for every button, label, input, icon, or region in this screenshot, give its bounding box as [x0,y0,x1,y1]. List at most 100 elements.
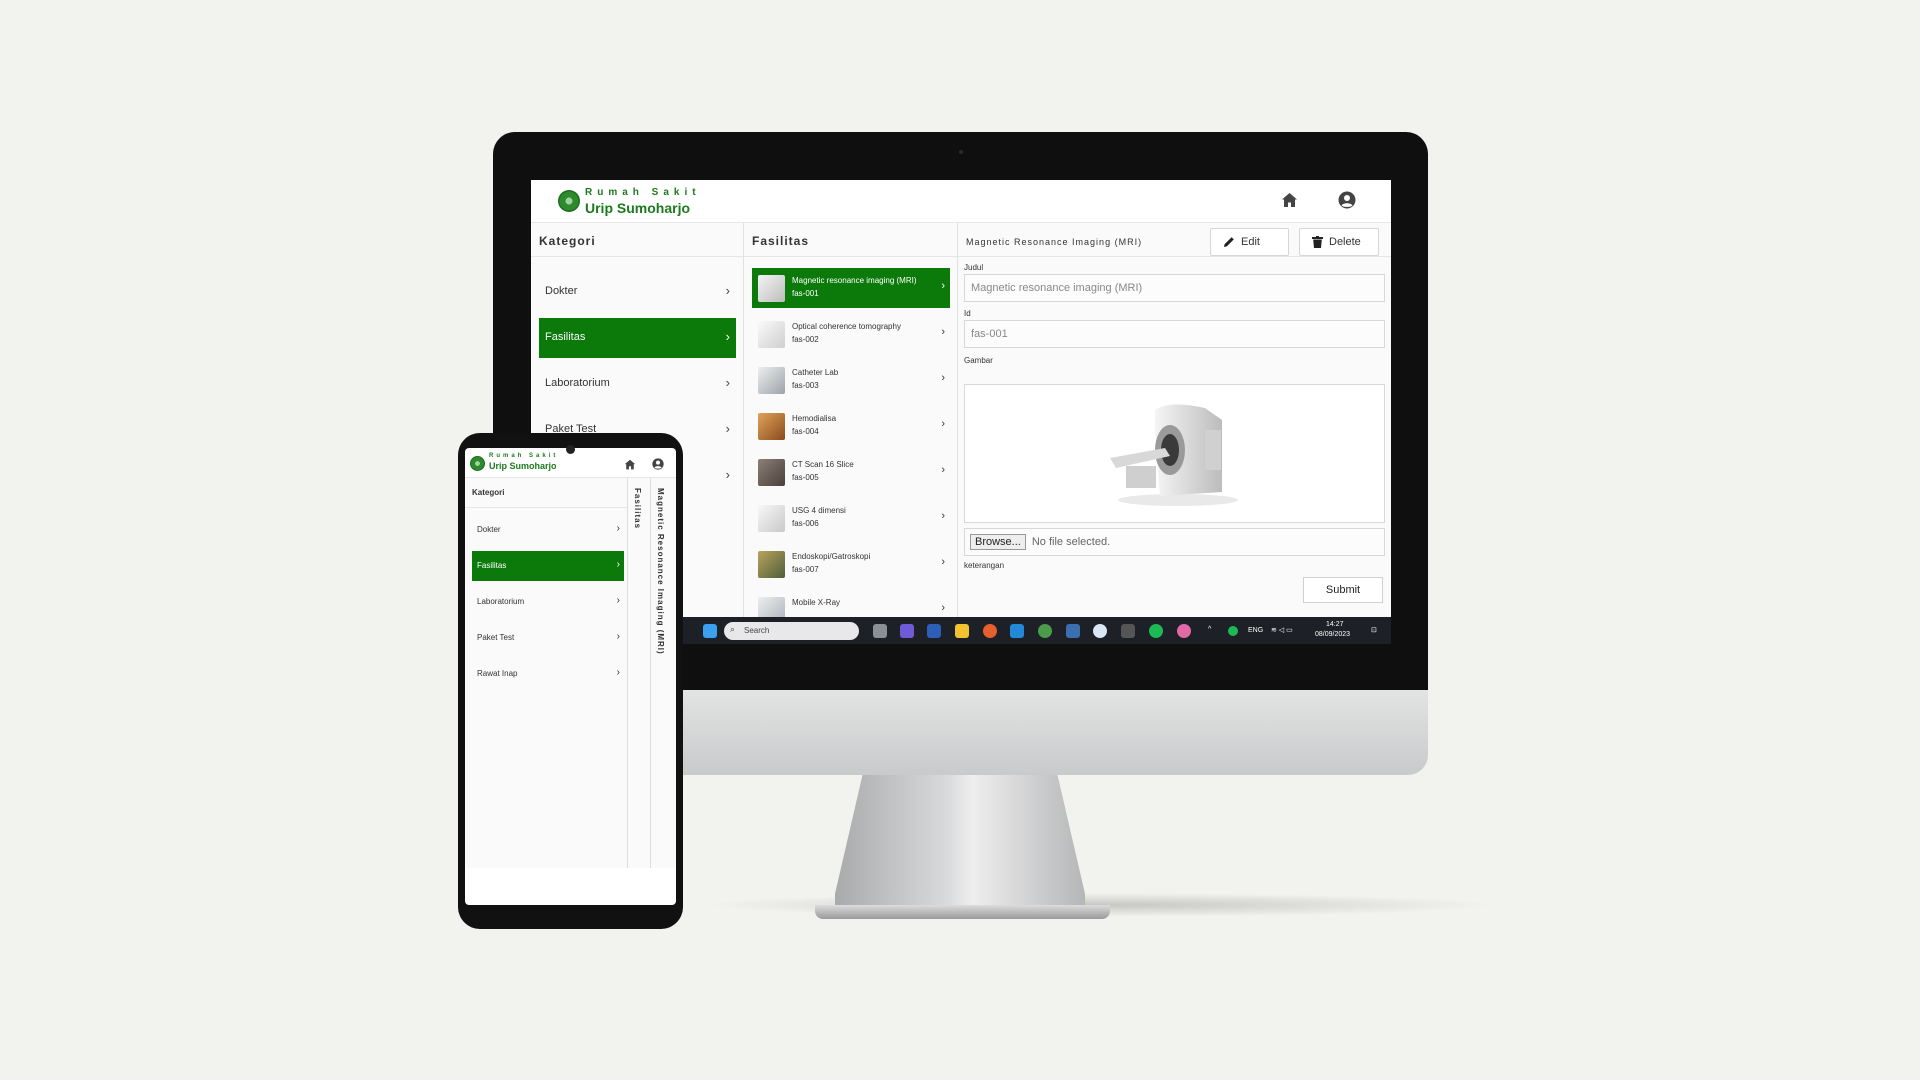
chevron-right-icon: › [725,375,730,390]
keterangan-label: keterangan [964,561,1005,570]
submit-button[interactable]: Submit [1303,577,1383,603]
phone-kategori-item-paket-test[interactable]: Paket Test › [472,623,624,653]
fasilitas-title: Fasilitas [744,223,957,257]
browse-button[interactable]: Browse... [970,534,1026,550]
fasilitas-item[interactable]: CT Scan 16 Slice fas-005 › [752,452,950,492]
chevron-right-icon: › [616,631,620,642]
monitor-stand [835,775,1085,910]
ct-scan-thumbnail [758,459,785,486]
fasilitas-item-id: fas-001 [792,289,819,298]
fasilitas-item-title: USG 4 dimensi [792,506,846,515]
judul-field[interactable]: Magnetic resonance imaging (MRI) [964,274,1385,302]
logo-line1: Rumah Sakit [489,453,559,459]
fasilitas-item[interactable]: Endoskopi/Gatroskopi fas-007 › [752,544,950,584]
app-icon[interactable] [1121,624,1135,638]
user-circle-icon[interactable] [652,457,664,475]
app-header: Rumah Sakit Urip Sumoharjo [531,180,1391,223]
chevron-right-icon: › [616,523,620,534]
taskbar-search[interactable]: ⌕ Search [724,622,859,640]
chrome-icon[interactable] [1038,624,1052,638]
phone-kategori-item-fasilitas[interactable]: Fasilitas › [472,551,624,581]
fasilitas-item-id: fas-002 [792,335,819,344]
chevron-right-icon: › [725,467,730,482]
pencil-icon [1224,237,1234,247]
fasilitas-item[interactable]: Catheter Lab fas-003 › [752,360,950,400]
logo-line2: Urip Sumoharjo [489,461,557,471]
kategori-item-label: Laboratorium [477,597,525,606]
chevron-right-icon: › [941,326,945,338]
file-explorer-icon[interactable] [955,624,969,638]
id-field[interactable]: fas-001 [964,320,1385,348]
trash-icon [1312,236,1323,248]
phone-kategori-item-dokter[interactable]: Dokter › [472,515,624,545]
camera-dot [959,150,963,154]
phone-kategori-item-laboratorium[interactable]: Laboratorium › [472,587,624,617]
id-label: Id [964,309,971,318]
endoskopi-thumbnail [758,551,785,578]
fasilitas-item-title: CT Scan 16 Slice [792,460,854,469]
fasilitas-item-title: Catheter Lab [792,368,839,377]
file-status: No file selected. [1031,536,1111,548]
gambar-preview [964,384,1385,523]
clock-time[interactable]: 14:27 [1326,621,1344,628]
fasilitas-item-title: Optical coherence tomography [792,322,901,331]
chrome-icon[interactable] [1177,624,1191,638]
usg-thumbnail [758,505,785,532]
tray-spotify-icon[interactable] [1228,626,1238,636]
gambar-label: Gambar [964,356,993,365]
clock-date[interactable]: 08/09/2023 [1315,631,1350,638]
tray-chevron-icon[interactable]: ^ [1208,626,1211,633]
chat-icon[interactable] [900,624,914,638]
taskbar-search-placeholder: Search [744,626,770,635]
fasilitas-item-id: fas-006 [792,519,819,528]
fasilitas-item[interactable]: Magnetic resonance imaging (MRI) fas-001… [752,268,950,308]
task-view-icon[interactable] [873,624,887,638]
windows-start-icon[interactable] [703,624,717,638]
app-icon[interactable] [1066,624,1080,638]
fasilitas-item[interactable]: Hemodialisa fas-004 › [752,406,950,446]
phone-fasilitas-collapsed-panel[interactable]: Fasilitas [628,478,651,868]
hospital-logo-icon[interactable] [558,190,580,212]
chevron-right-icon: › [616,667,620,678]
chevron-right-icon: › [941,418,945,430]
notification-icon[interactable]: ⊡ [1371,626,1377,634]
vscode-icon[interactable] [1010,624,1024,638]
logo-line2: Urip Sumoharjo [585,200,691,216]
fasilitas-item-id: fas-007 [792,565,819,574]
fasilitas-item-title: Endoskopi/Gatroskopi [792,552,871,561]
word-icon[interactable] [927,624,941,638]
fasilitas-item-id: fas-003 [792,381,819,390]
firefox-icon[interactable] [983,624,997,638]
fasilitas-item[interactable]: USG 4 dimensi fas-006 › [752,498,950,538]
judul-label: Judul [964,263,984,272]
user-circle-icon[interactable] [1337,190,1357,210]
fasilitas-item[interactable]: Optical coherence tomography fas-002 › [752,314,950,354]
app-icon[interactable] [1093,624,1107,638]
chevron-right-icon: › [725,421,730,436]
kategori-item-fasilitas[interactable]: Fasilitas › [539,318,736,358]
delete-button[interactable]: Delete [1299,228,1379,256]
kategori-item-dokter[interactable]: Dokter › [539,272,736,312]
home-icon[interactable] [624,457,636,475]
phone-detail-collapsed-panel[interactable]: Magnetic Resonance Imaging (MRI) [651,478,676,868]
fasilitas-panel: Fasilitas Magnetic resonance imaging (MR… [744,223,958,644]
kategori-item-laboratorium[interactable]: Laboratorium › [539,364,736,404]
edit-button[interactable]: Edit [1210,228,1289,256]
edit-button-label: Edit [1241,236,1260,248]
phone-kategori-title: Kategori [465,478,627,508]
phone-kategori-item-rawat-inap[interactable]: Rawat Inap › [472,659,624,689]
mri-thumbnail [758,275,785,302]
kategori-item-label: Dokter [477,525,501,534]
file-input[interactable]: Browse... No file selected. [964,528,1385,556]
phone-screen: Rumah Sakit Urip Sumoharjo Kategori Dokt… [465,448,676,905]
catheter-lab-thumbnail [758,367,785,394]
monitor-stand-base [815,905,1110,919]
fasilitas-item-title: Magnetic resonance imaging (MRI) [792,276,917,285]
spotify-icon[interactable] [1149,624,1163,638]
fasilitas-item-title: Hemodialisa [792,414,837,423]
language-indicator[interactable]: ENG [1248,627,1263,634]
chevron-right-icon: › [725,283,730,298]
wifi-volume-battery-icons[interactable]: ≋ ◁ ▭ [1271,626,1293,634]
home-icon[interactable] [1279,190,1299,210]
hospital-logo-icon[interactable] [470,456,485,471]
